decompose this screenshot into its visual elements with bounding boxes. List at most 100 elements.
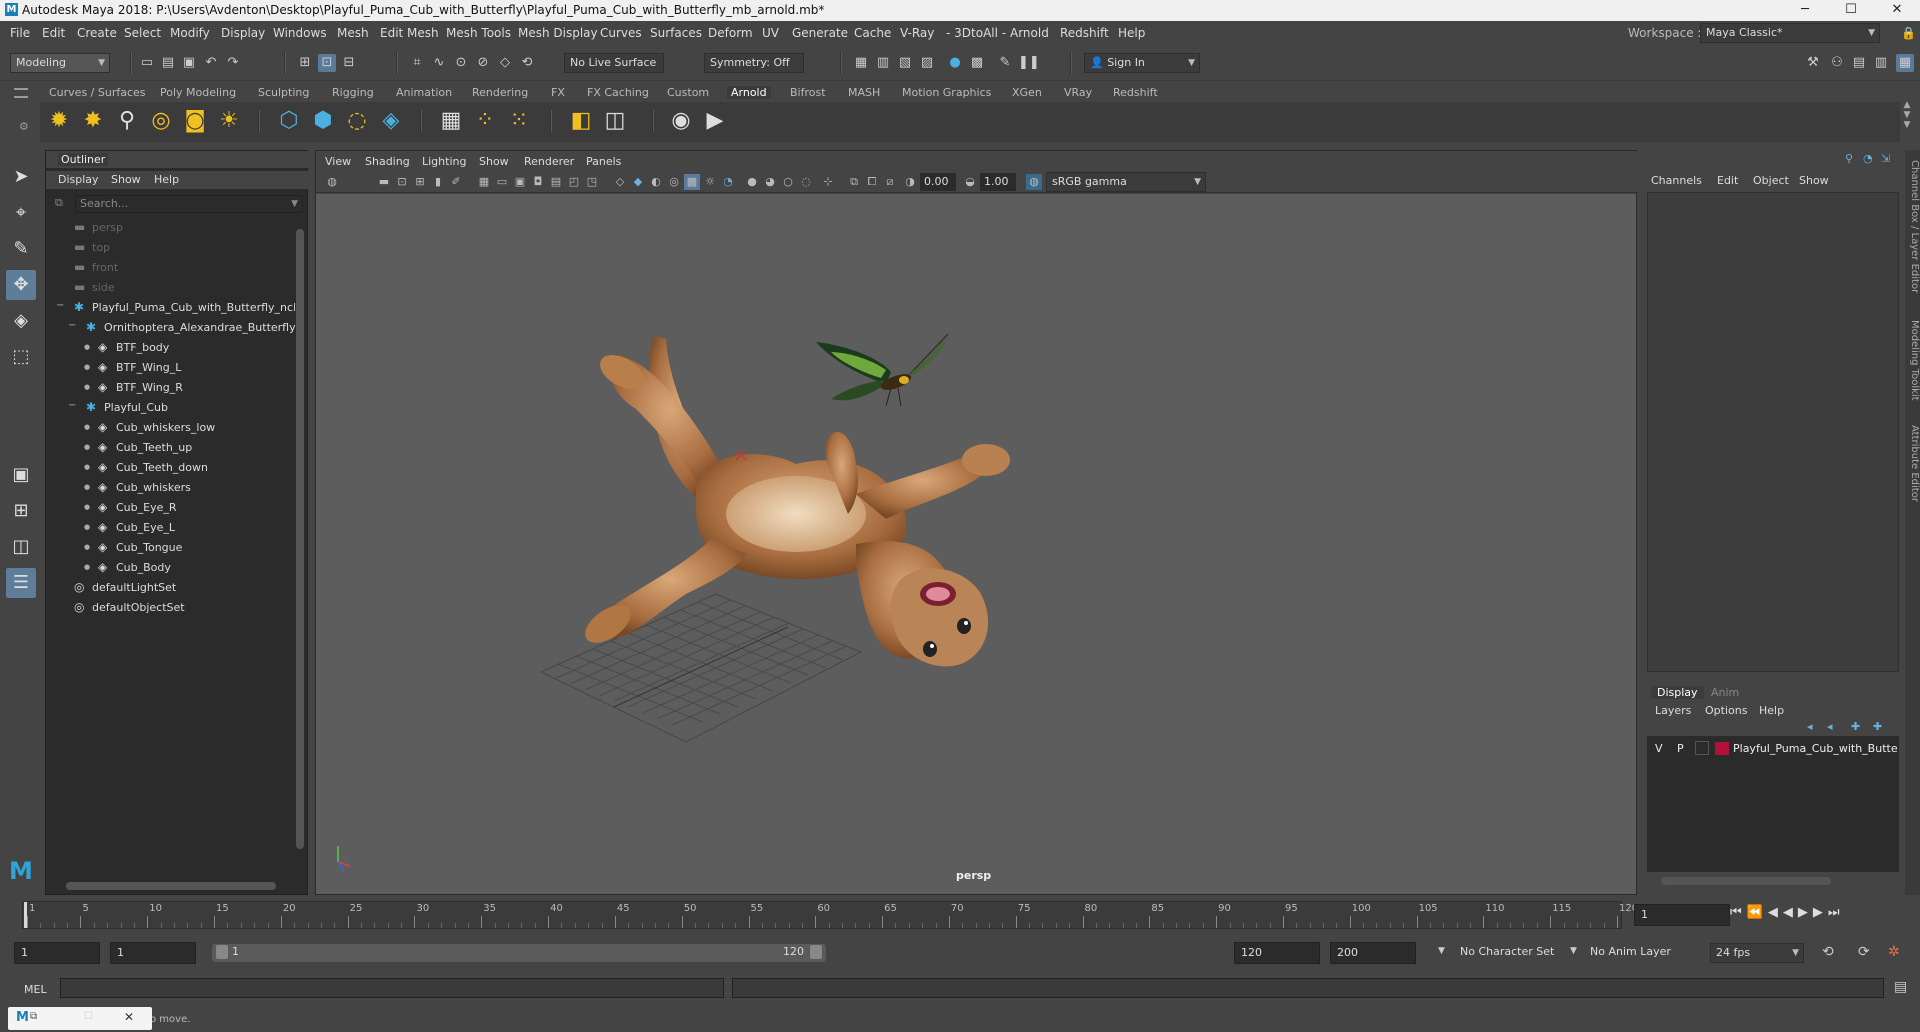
- render-view-icon[interactable]: ▩: [968, 54, 986, 72]
- play-backward-icon[interactable]: ◀: [1783, 905, 1798, 920]
- outliner-item[interactable]: ● ◈ Cub_Teeth_up: [46, 439, 296, 457]
- tool-settings-icon[interactable]: ▥: [1872, 54, 1890, 72]
- outliner-item[interactable]: ● ◈ Cub_Teeth_down: [46, 459, 296, 477]
- animation-start-field[interactable]: 1: [14, 942, 100, 964]
- open-scene-icon[interactable]: ▤: [159, 54, 177, 72]
- side-tab-channel-box[interactable]: Channel Box / Layer Editor: [1905, 160, 1920, 293]
- isolate-select-icon[interactable]: ⊹: [820, 174, 836, 190]
- menu-surfaces[interactable]: Surfaces: [650, 26, 702, 40]
- safe-action-icon[interactable]: ◰: [566, 174, 582, 190]
- curve-collector-icon[interactable]: ◈: [376, 106, 406, 136]
- menu-curves[interactable]: Curves: [600, 26, 642, 40]
- expand-collapse-icon[interactable]: −: [68, 320, 76, 331]
- outliner-item[interactable]: ● ◈ BTF_Wing_L: [46, 359, 296, 377]
- menu-display[interactable]: Display: [221, 26, 265, 40]
- pause-icon[interactable]: ❚❚: [1018, 54, 1040, 72]
- bookmark-icon[interactable]: ⊡: [394, 174, 410, 190]
- physical-sky-icon[interactable]: ☀: [214, 106, 244, 136]
- range-start-handle[interactable]: [216, 945, 228, 959]
- layer-row[interactable]: V P Playful_Puma_Cub_with_Butte: [1651, 740, 1898, 758]
- outliner-item[interactable]: ● ◈ Cub_Tongue: [46, 539, 296, 557]
- select-hierarchy-icon[interactable]: ⊞: [296, 54, 314, 72]
- default-material-icon[interactable]: ◐: [648, 174, 664, 190]
- shelf-tab-rendering[interactable]: Rendering: [472, 86, 528, 99]
- snap-view-icon[interactable]: ⊘: [474, 54, 492, 72]
- outliner-item[interactable]: ● ◈ Cub_Eye_L: [46, 519, 296, 537]
- gamma-field[interactable]: 1.00: [980, 173, 1016, 191]
- use-all-lights-icon[interactable]: ☼: [702, 174, 718, 190]
- outliner-item[interactable]: ▬ side: [46, 279, 296, 297]
- field-chart-icon[interactable]: ▤: [548, 174, 564, 190]
- layer-tab-anim[interactable]: Anim: [1711, 686, 1739, 699]
- shelf-tab-motion-graphics[interactable]: Motion Graphics: [902, 86, 991, 99]
- layer-menu-options[interactable]: Options: [1705, 704, 1747, 717]
- menu-uv[interactable]: UV: [762, 26, 779, 40]
- xray-icon[interactable]: ⧉: [846, 174, 862, 190]
- outliner-item[interactable]: ▬ persp: [46, 219, 296, 237]
- expand-collapse-icon[interactable]: −: [56, 300, 64, 311]
- menu-mesh[interactable]: Mesh: [337, 26, 369, 40]
- shelf-tab-animation[interactable]: Animation: [396, 86, 452, 99]
- render-region-icon[interactable]: ◫: [600, 106, 630, 136]
- grid-toggle-icon[interactable]: ▦: [476, 174, 492, 190]
- export-standin-icon[interactable]: ⬢: [308, 106, 338, 136]
- depth-of-field-icon[interactable]: ◌: [798, 174, 814, 190]
- channel-box-icon-3[interactable]: ⇲: [1881, 152, 1890, 165]
- resolution-gate-icon[interactable]: ▣: [512, 174, 528, 190]
- viewport-menu-show[interactable]: Show: [479, 155, 509, 168]
- range-end-handle[interactable]: [810, 945, 822, 959]
- lasso-tool-icon[interactable]: ⌖: [6, 198, 36, 228]
- move-tool-icon[interactable]: ✥: [6, 270, 36, 300]
- arnold-render-icon[interactable]: ✎: [996, 54, 1014, 72]
- outliner-item[interactable]: ● ◈ Cub_Eye_R: [46, 499, 296, 517]
- gate-mask-icon[interactable]: ◘: [530, 174, 546, 190]
- menu-3dtoall[interactable]: - 3DtoAll -: [946, 26, 1006, 40]
- mode-dropdown[interactable]: Modeling ▼: [10, 53, 110, 73]
- four-view-layout-icon[interactable]: ⊞: [6, 496, 36, 526]
- viewport-menu-shading[interactable]: Shading: [365, 155, 410, 168]
- photometric-light-icon[interactable]: ⚲: [112, 106, 142, 136]
- human-ik-icon[interactable]: ⚇: [1828, 54, 1846, 72]
- outliner-item[interactable]: − ✱ Playful_Puma_Cub_with_Butterfly_ncl: [46, 299, 296, 317]
- mesh-light-icon[interactable]: ✸: [78, 106, 108, 136]
- texture-grid-icon[interactable]: ▦: [436, 106, 466, 136]
- menu-generate[interactable]: Generate: [792, 26, 848, 40]
- anti-aliasing-icon[interactable]: ○: [780, 174, 796, 190]
- outliner-item[interactable]: ● ◈ BTF_Wing_R: [46, 379, 296, 397]
- shelf-tab-xgen[interactable]: XGen: [1012, 86, 1042, 99]
- current-time-marker[interactable]: [24, 902, 27, 928]
- shelf-tab-vray[interactable]: VRay: [1064, 86, 1092, 99]
- gamma-icon[interactable]: ◒: [962, 174, 978, 190]
- snap-curve-icon[interactable]: ∿: [430, 54, 448, 72]
- shelf-tab-bifrost[interactable]: Bifrost: [790, 86, 826, 99]
- character-set-dropdown[interactable]: No Character Set: [1460, 945, 1554, 958]
- step-back-key-icon[interactable]: ⏪: [1747, 905, 1768, 920]
- select-object-icon[interactable]: ⊡: [318, 54, 336, 72]
- two-pane-layout-icon[interactable]: ◫: [6, 532, 36, 562]
- current-frame-field[interactable]: 1: [1634, 904, 1730, 926]
- loop-icon[interactable]: ⟲: [1822, 944, 1834, 960]
- menu-file[interactable]: File: [10, 26, 30, 40]
- menu-edit[interactable]: Edit: [42, 26, 65, 40]
- motion-blur-icon[interactable]: ◕: [762, 174, 778, 190]
- time-slider-track[interactable]: 1 5 10 15 20 25 30 35 40 45 50 55 60 65 70 75 80 85 90 95 10…: [22, 901, 1638, 929]
- viewport-menu-view[interactable]: View: [325, 155, 351, 168]
- step-forward-frame-icon[interactable]: ▶: [1813, 905, 1828, 920]
- channel-menu-edit[interactable]: Edit: [1717, 174, 1738, 187]
- channel-menu-channels[interactable]: Channels: [1651, 174, 1702, 187]
- image-plane-icon[interactable]: ⊞: [412, 174, 428, 190]
- viewport-menu-renderer[interactable]: Renderer: [524, 155, 574, 168]
- go-to-end-icon[interactable]: ⏭: [1828, 905, 1845, 920]
- new-layer-icon[interactable]: ✚: [1873, 720, 1882, 733]
- shelf-tab-arnold[interactable]: Arnold: [727, 86, 771, 99]
- render-settings-icon[interactable]: ▨: [918, 54, 936, 72]
- layer-tab-display[interactable]: Display: [1651, 686, 1704, 699]
- xray-components-icon[interactable]: ⧄: [882, 174, 898, 190]
- layer-move-down-icon[interactable]: ◂: [1827, 720, 1833, 733]
- 3d-viewport[interactable]: persp: [316, 194, 1636, 894]
- side-tab-modeling-toolkit[interactable]: Modeling Toolkit: [1905, 320, 1920, 401]
- viewport-menu-panels[interactable]: Panels: [586, 155, 621, 168]
- shelf-tab-poly-modeling[interactable]: Poly Modeling: [160, 86, 236, 99]
- channel-box-icon-1[interactable]: ⚲: [1845, 152, 1853, 165]
- step-back-frame-icon[interactable]: ◀: [1768, 905, 1783, 920]
